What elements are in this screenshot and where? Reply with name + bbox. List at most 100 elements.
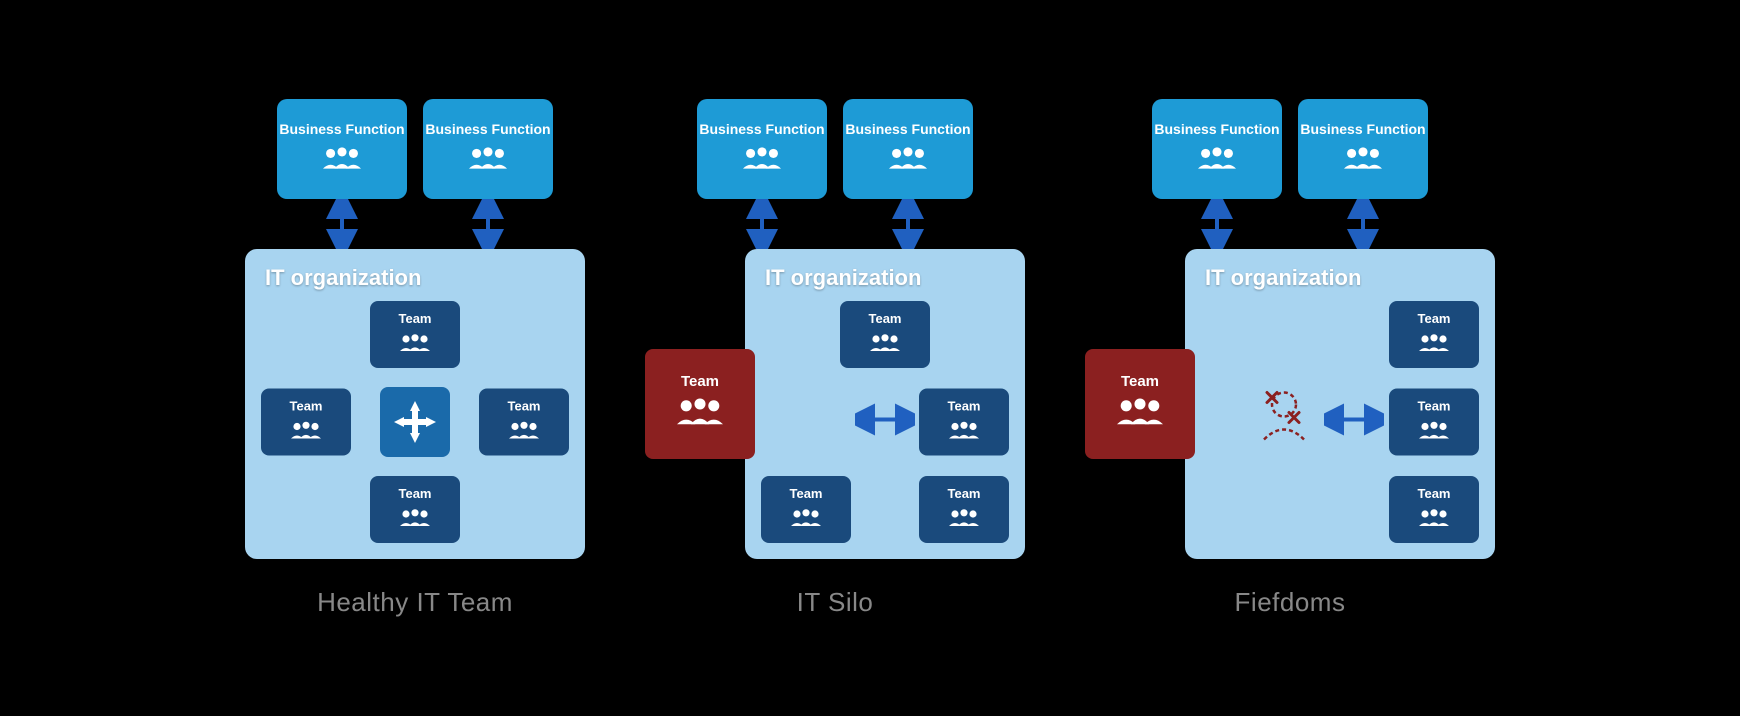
fiefdoms-bf-1: Business Function bbox=[1152, 99, 1282, 199]
fiefdoms-bf-1-label: Business Function bbox=[1154, 121, 1279, 137]
fiefdoms-arrow-1-svg bbox=[1197, 199, 1237, 249]
healthy-arrows-row bbox=[277, 199, 553, 249]
silo-external-team: Team bbox=[645, 349, 755, 459]
healthy-team-top-icon bbox=[400, 332, 430, 358]
fiefdoms-block-svg bbox=[1249, 384, 1319, 454]
silo-team-bottom-left: Team bbox=[761, 476, 851, 543]
fiefdoms-arrow-2-svg bbox=[1343, 199, 1383, 249]
healthy-arrow-2 bbox=[423, 199, 553, 249]
silo-bf-2: Business Function bbox=[843, 99, 973, 199]
fiefdoms-external-team-label: Team bbox=[1121, 373, 1159, 390]
healthy-team-left-icon bbox=[291, 419, 321, 445]
silo-team-bottom-left-icon bbox=[791, 507, 821, 533]
healthy-bf-row: Business Function Business Function bbox=[277, 99, 553, 199]
silo-arrow-2-svg bbox=[888, 199, 928, 249]
silo-external-team-label: Team bbox=[681, 373, 719, 390]
fiefdoms-main-container: Team IT organization Team bbox=[1085, 249, 1495, 559]
silo-team-bottom-right-label: Team bbox=[948, 486, 981, 501]
silo-team-bottom-right-icon bbox=[949, 507, 979, 533]
healthy-team-left-label: Team bbox=[290, 398, 323, 413]
fiefdoms-external-team: Team bbox=[1085, 349, 1195, 459]
silo-arrow-1 bbox=[697, 199, 827, 249]
silo-team-middle-right-icon bbox=[949, 419, 979, 445]
fiefdoms-it-org-title: IT organization bbox=[1201, 265, 1479, 291]
silo-bf-2-icon bbox=[889, 145, 927, 177]
section-fiefdoms: Business Function Business Function bbox=[1085, 99, 1495, 618]
healthy-team-bottom-icon bbox=[400, 507, 430, 533]
silo-arrows-row bbox=[697, 199, 973, 249]
section-healthy: Business Function Business Function bbox=[245, 99, 585, 618]
silo-team-top-label: Team bbox=[869, 311, 902, 326]
fiefdoms-team-bottom-right: Team bbox=[1389, 476, 1479, 543]
silo-team-middle-right: Team bbox=[919, 388, 1009, 455]
fiefdoms-arrow-1 bbox=[1152, 199, 1282, 249]
healthy-arrow-1-svg bbox=[322, 199, 362, 249]
main-diagram: Business Function Business Function bbox=[205, 79, 1535, 638]
healthy-arrow-2-svg bbox=[468, 199, 508, 249]
healthy-bf-1: Business Function bbox=[277, 99, 407, 199]
healthy-team-bottom: Team bbox=[370, 476, 460, 543]
silo-bf-1: Business Function bbox=[697, 99, 827, 199]
fiefdoms-blocked-icon bbox=[1249, 384, 1319, 459]
healthy-bf-2: Business Function bbox=[423, 99, 553, 199]
silo-bf-row: Business Function Business Function bbox=[697, 99, 973, 199]
fiefdoms-bf-2-icon bbox=[1344, 145, 1382, 177]
silo-external-team-icon bbox=[677, 396, 723, 434]
fiefdoms-arrow-2 bbox=[1298, 199, 1428, 249]
silo-main-container: Team IT organization Team bbox=[645, 249, 1025, 559]
fiefdoms-team-top-right: Team bbox=[1389, 301, 1479, 368]
healthy-label: Healthy IT Team bbox=[317, 587, 513, 618]
healthy-arrow-1 bbox=[277, 199, 407, 249]
healthy-team-left: Team bbox=[261, 388, 351, 455]
fiefdoms-arrows-row bbox=[1152, 199, 1428, 249]
silo-arrow-2 bbox=[843, 199, 973, 249]
fiefdoms-team-top-right-icon bbox=[1419, 332, 1449, 358]
silo-arrow-1-svg bbox=[742, 199, 782, 249]
silo-label: IT Silo bbox=[797, 587, 874, 618]
fiefdoms-arrow-right bbox=[1324, 399, 1384, 444]
fiefdoms-team-bottom-right-label: Team bbox=[1418, 486, 1451, 501]
silo-team-top-icon bbox=[870, 332, 900, 358]
fiefdoms-external-team-icon bbox=[1117, 396, 1163, 434]
silo-team-top: Team bbox=[840, 301, 930, 368]
healthy-team-right-label: Team bbox=[508, 398, 541, 413]
silo-bf-2-label: Business Function bbox=[845, 121, 970, 137]
healthy-bf-2-label: Business Function bbox=[425, 121, 550, 137]
silo-right-arrow-svg bbox=[855, 399, 915, 439]
silo-bf-1-label: Business Function bbox=[699, 121, 824, 137]
silo-it-org-title: IT organization bbox=[761, 265, 1009, 291]
silo-arrow-right bbox=[855, 399, 915, 444]
fiefdoms-bf-2: Business Function bbox=[1298, 99, 1428, 199]
healthy-team-right-icon bbox=[509, 419, 539, 445]
healthy-move-icon bbox=[390, 397, 440, 447]
fiefdoms-bf-1-icon bbox=[1198, 145, 1236, 177]
healthy-center-arrows bbox=[380, 387, 450, 457]
fiefdoms-team-middle-right: Team bbox=[1389, 388, 1479, 455]
healthy-team-top-label: Team bbox=[399, 311, 432, 326]
healthy-it-org: IT organization Team Team bbox=[245, 249, 585, 559]
silo-it-org: IT organization Team bbox=[745, 249, 1025, 559]
fiefdoms-team-middle-right-label: Team bbox=[1418, 398, 1451, 413]
healthy-bf-1-label: Business Function bbox=[279, 121, 404, 137]
fiefdoms-team-top-right-label: Team bbox=[1418, 311, 1451, 326]
silo-team-bottom-left-label: Team bbox=[790, 486, 823, 501]
silo-teams-container: Team Team bbox=[761, 301, 1009, 543]
silo-team-bottom-right: Team bbox=[919, 476, 1009, 543]
fiefdoms-bf-row: Business Function Business Function bbox=[1152, 99, 1428, 199]
healthy-team-bottom-label: Team bbox=[399, 486, 432, 501]
silo-bf-1-icon bbox=[743, 145, 781, 177]
healthy-it-org-title: IT organization bbox=[261, 265, 569, 291]
fiefdoms-label: Fiefdoms bbox=[1235, 587, 1346, 618]
healthy-team-right: Team bbox=[479, 388, 569, 455]
fiefdoms-team-bottom-right-icon bbox=[1419, 507, 1449, 533]
healthy-bf-1-icon bbox=[323, 145, 361, 177]
fiefdoms-it-org: IT organization Team Team bbox=[1185, 249, 1495, 559]
silo-team-middle-right-label: Team bbox=[948, 398, 981, 413]
fiefdoms-team-middle-right-icon bbox=[1419, 419, 1449, 445]
healthy-team-top: Team bbox=[370, 301, 460, 368]
healthy-bf-2-icon bbox=[469, 145, 507, 177]
healthy-teams-container: Team Team Team bbox=[261, 301, 569, 543]
section-silo: Business Function Business Function bbox=[645, 99, 1025, 618]
fiefdoms-teams-container: Team Team Team bbox=[1201, 301, 1479, 543]
fiefdoms-right-arrow-svg bbox=[1324, 399, 1384, 439]
